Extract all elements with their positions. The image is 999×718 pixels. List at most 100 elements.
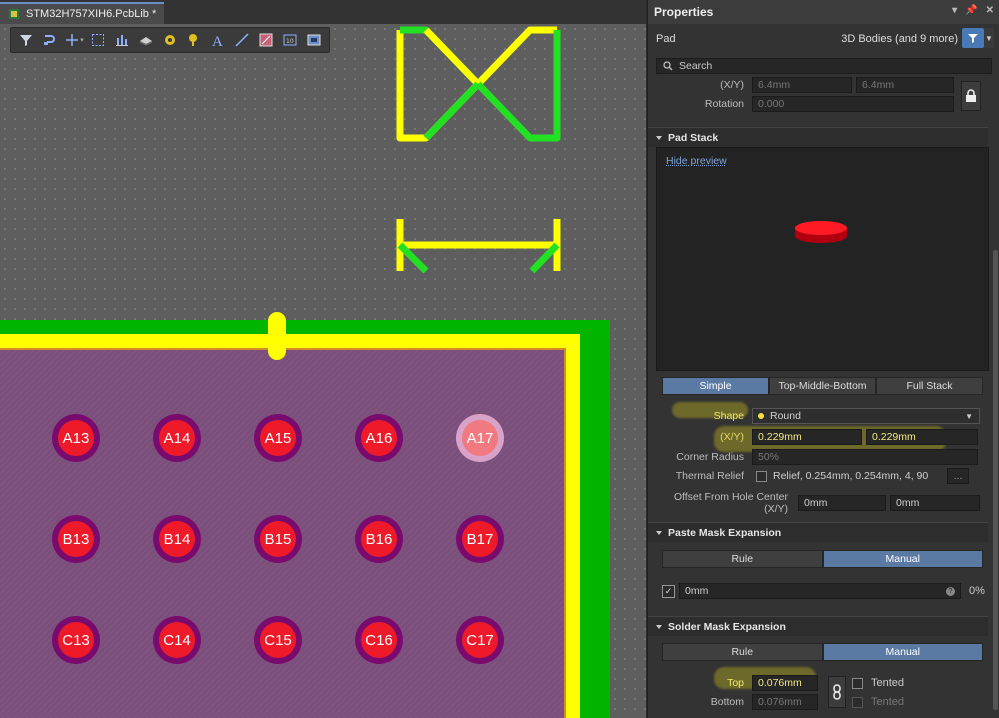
paste-mask-title: Paste Mask Expansion [668, 526, 782, 539]
tab-top-middle-bottom[interactable]: Top-Middle-Bottom [769, 377, 876, 395]
shape-row: Shape Round ▼ [648, 408, 988, 424]
filter-button[interactable]: ▼ [962, 28, 994, 48]
location-y-field[interactable]: 6.4mm [856, 77, 954, 93]
place-cross-icon[interactable]: ▾ [63, 30, 85, 50]
pad-a13[interactable]: A13 [52, 414, 100, 462]
location-x-field[interactable]: 6.4mm [752, 77, 852, 93]
pad-a17-selected[interactable]: A17 [456, 414, 504, 462]
paste-mask-checkbox[interactable]: ✓ [662, 584, 675, 598]
thermal-relief-value: Relief, 0.254mm, 0.254mm, 4, 90 [773, 470, 929, 482]
pad-b13[interactable]: B13 [52, 515, 100, 563]
pad-icon[interactable] [159, 30, 181, 50]
hide-preview-link[interactable]: Hide preview [666, 155, 727, 167]
dimension-line [396, 219, 561, 271]
pad-stack-mode-tabs: Simple Top-Middle-Bottom Full Stack [662, 377, 983, 395]
chevron-down-icon: ▼ [984, 28, 994, 48]
pcb-canvas[interactable]: ▾ A 10 A13 A14 A15 A16 A17 B13 B14 B15 B… [0, 24, 646, 718]
size-x-field[interactable]: 0.229mm [752, 429, 862, 445]
chevron-down-icon: ▼ [965, 411, 973, 421]
size-y-field[interactable]: 0.229mm [866, 429, 978, 445]
pad-c15[interactable]: C15 [254, 616, 302, 664]
size-row: (X/Y) 0.229mm 0.229mm [648, 429, 988, 445]
pad-b14[interactable]: B14 [153, 515, 201, 563]
dimension-icon[interactable]: 10 [279, 30, 301, 50]
fill-icon[interactable] [255, 30, 277, 50]
tented-bottom-label: Tented [871, 696, 905, 708]
solder-bottom-field[interactable]: 0.076mm [752, 694, 818, 710]
pad-a14[interactable]: A14 [153, 414, 201, 462]
region-icon[interactable] [303, 30, 325, 50]
tab-full-stack[interactable]: Full Stack [876, 377, 983, 395]
corner-radius-field[interactable]: 50% [752, 449, 978, 465]
solder-mask-header[interactable]: Solder Mask Expansion [648, 616, 988, 636]
select-rect-icon[interactable] [87, 30, 109, 50]
paste-mask-field[interactable]: 0mm ? [679, 583, 961, 599]
thermal-relief-label: Thermal Relief [675, 470, 744, 482]
pad-c16[interactable]: C16 [355, 616, 403, 664]
paste-mask-value: 0mm [685, 585, 709, 597]
pin-icon[interactable]: 📌 [965, 5, 977, 16]
close-icon[interactable]: ✕ [986, 5, 994, 16]
courtyard-cross-segment [423, 81, 481, 141]
pad-c13[interactable]: C13 [52, 616, 100, 664]
tab-solder-manual[interactable]: Manual [822, 643, 983, 661]
via-icon[interactable] [183, 30, 205, 50]
pad-a15[interactable]: A15 [254, 414, 302, 462]
tab-paste-manual[interactable]: Manual [822, 550, 983, 568]
rotation-field[interactable]: 0.000 [752, 96, 954, 112]
thermal-relief-edit-button[interactable]: ... [947, 468, 969, 484]
rotation-row: Rotation 0.000 [648, 96, 988, 112]
search-placeholder: Search [679, 60, 713, 72]
search-input[interactable]: Search [656, 58, 992, 74]
solder-top-row: Top 0.076mm [648, 675, 988, 691]
paste-mask-percent: 0% [969, 585, 985, 597]
panel-scrollbar[interactable] [993, 250, 998, 710]
link-button[interactable] [828, 676, 846, 708]
pad-c17[interactable]: C17 [456, 616, 504, 664]
document-tab-title: STM32H757XIH6.PcbLib * [26, 8, 157, 20]
solder-top-label: Top [727, 677, 744, 689]
solder-bottom-label: Bottom [710, 696, 744, 708]
tented-top-label: Tented [871, 677, 905, 689]
document-tab[interactable]: STM32H757XIH6.PcbLib * [0, 2, 165, 24]
align-icon[interactable] [111, 30, 133, 50]
check-icon: ✓ [664, 585, 673, 596]
pad-b15[interactable]: B15 [254, 515, 302, 563]
layer-icon[interactable] [135, 30, 157, 50]
lock-icon [966, 89, 976, 102]
thermal-relief-checkbox[interactable] [756, 470, 767, 482]
line-icon[interactable] [231, 30, 253, 50]
offset-row: Offset From Hole Center (X/Y) 0mm 0mm [648, 491, 988, 515]
string-icon[interactable]: A [207, 30, 229, 50]
panel-menu-icon[interactable]: ▾ [952, 5, 957, 16]
tab-paste-rule[interactable]: Rule [662, 550, 823, 568]
collapse-caret-icon [656, 530, 662, 535]
paste-mask-header[interactable]: Paste Mask Expansion [648, 522, 988, 542]
thermal-relief-row: Thermal Relief Relief, 0.254mm, 0.254mm,… [648, 468, 988, 484]
offset-y-field[interactable]: 0mm [890, 495, 980, 511]
filter-icon[interactable] [15, 30, 37, 50]
tented-top-checkbox[interactable] [852, 677, 863, 689]
lock-button[interactable] [961, 81, 981, 111]
tab-simple[interactable]: Simple [662, 377, 769, 395]
pad-b17[interactable]: B17 [456, 515, 504, 563]
tented-bottom-checkbox[interactable] [852, 696, 863, 708]
pad-c14[interactable]: C14 [153, 616, 201, 664]
pad-b16[interactable]: B16 [355, 515, 403, 563]
pad-stack-header[interactable]: Pad Stack [648, 127, 988, 147]
pad-preview: Hide preview [656, 147, 989, 371]
tab-solder-rule[interactable]: Rule [662, 643, 823, 661]
dimension-arrow [397, 242, 560, 274]
silkscreen-cross-segment [423, 27, 481, 87]
offset-x-field[interactable]: 0mm [798, 495, 886, 511]
pad-stack-title: Pad Stack [668, 131, 719, 144]
pad-a16[interactable]: A16 [355, 414, 403, 462]
help-icon[interactable]: ? [946, 586, 955, 596]
solder-top-field[interactable]: 0.076mm [752, 675, 818, 691]
panel-title: Properties [654, 5, 714, 19]
filter-summary: 3D Bodies (and 9 more) [841, 33, 958, 45]
route-icon[interactable] [39, 30, 61, 50]
funnel-icon [962, 28, 984, 48]
shape-select[interactable]: Round ▼ [752, 408, 980, 424]
paste-mask-row: ✓ 0mm ? 0% [662, 583, 988, 599]
